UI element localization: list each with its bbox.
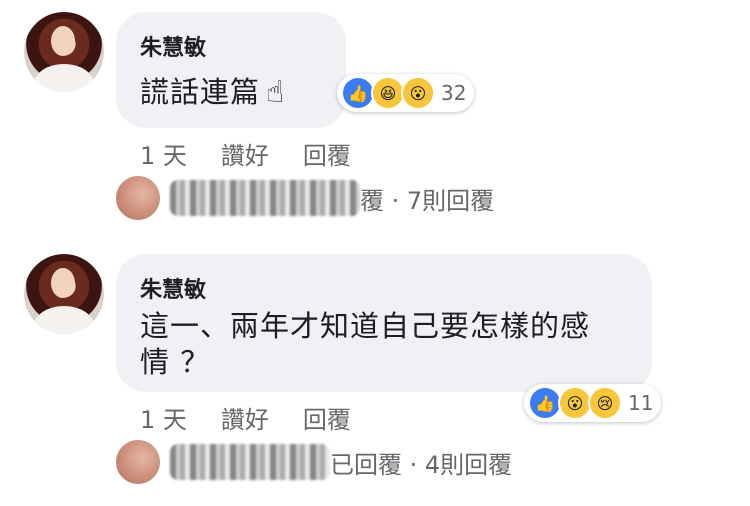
wow-reaction-icon: 😮 xyxy=(401,76,435,110)
comment-author[interactable]: 朱慧敏 xyxy=(140,272,206,304)
reply-button[interactable]: 回覆 xyxy=(303,136,351,171)
avatar-shirt xyxy=(34,306,94,334)
haha-reaction-icon: 😆 xyxy=(371,76,405,110)
avatar-shirt xyxy=(34,64,94,92)
comment-timestamp[interactable]: 1 天 xyxy=(140,136,187,171)
reaction-summary[interactable]: 👍 😮 😢 11 xyxy=(524,384,662,422)
wow-reaction-icon: 😮 xyxy=(558,386,592,420)
replier-avatar xyxy=(116,440,160,484)
like-button[interactable]: 讚好 xyxy=(221,136,269,171)
comment-text-line-1: 這一、兩年才知道自己要怎樣的感 xyxy=(140,309,591,343)
pointing-up-emoji-icon: ☝ xyxy=(266,75,286,110)
comment-author[interactable]: 朱慧敏 xyxy=(140,30,206,62)
commenter-avatar[interactable] xyxy=(24,254,104,334)
view-replies-link[interactable]: 覆 · 7則回覆 xyxy=(116,176,494,220)
like-button[interactable]: 讚好 xyxy=(221,400,269,435)
replier-avatar xyxy=(116,176,160,220)
reply-button[interactable]: 回覆 xyxy=(303,400,351,435)
redacted-replier-name xyxy=(170,180,360,216)
like-reaction-icon: 👍 xyxy=(528,386,562,420)
commenter-avatar[interactable] xyxy=(24,12,104,92)
like-reaction-icon: 👍 xyxy=(341,76,375,110)
comment-actions: 1 天 讚好 回覆 xyxy=(140,400,351,435)
comment-actions: 1 天 讚好 回覆 xyxy=(140,136,351,171)
replies-count-text: 覆 · 7則回覆 xyxy=(360,186,495,215)
replies-count-text: 已回覆 · 4則回覆 xyxy=(330,450,513,479)
comment-text-line-2: 情 ？ xyxy=(140,345,211,379)
reaction-count: 11 xyxy=(628,391,654,415)
avatar-face xyxy=(51,268,75,298)
comment-text: 謊話連篇 ☝ xyxy=(140,72,285,113)
reaction-count: 32 xyxy=(441,81,467,105)
comment-text-body: 謊話連篇 xyxy=(140,75,261,109)
comment-timestamp[interactable]: 1 天 xyxy=(140,400,187,435)
sad-reaction-icon: 😢 xyxy=(588,386,622,420)
redacted-replier-name xyxy=(170,444,330,480)
view-replies-link[interactable]: 已回覆 · 4則回覆 xyxy=(116,440,512,484)
reaction-summary[interactable]: 👍 😆 😮 32 xyxy=(337,74,475,112)
avatar-face xyxy=(51,26,75,56)
